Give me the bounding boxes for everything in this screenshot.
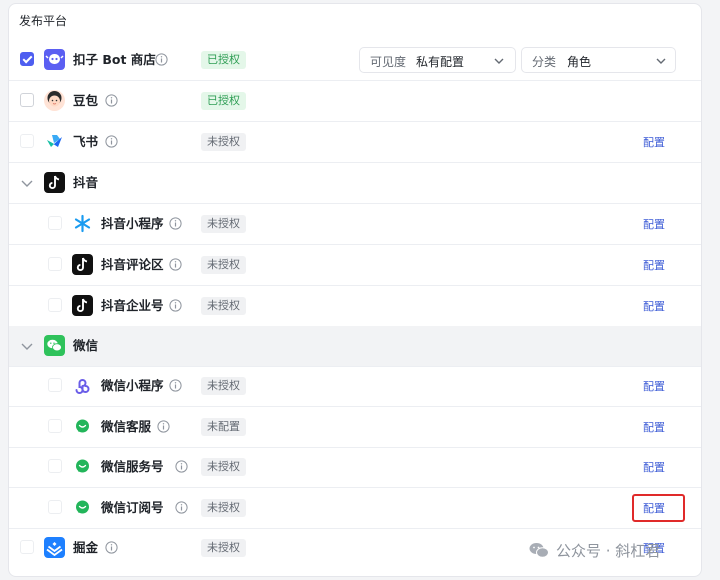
status-badge: 未授权 bbox=[201, 256, 246, 274]
status-badge: 已授权 bbox=[201, 51, 246, 69]
douyin-comments-checkbox[interactable] bbox=[48, 257, 62, 271]
status-badge: 未授权 bbox=[201, 297, 246, 315]
douyin-logo-icon bbox=[72, 295, 93, 316]
platform-row-coze: 扣子 Bot 商店 已授权 可见度 私有配置 分类 角色 bbox=[9, 40, 701, 81]
wechat-chat-bubble-icon bbox=[72, 416, 93, 437]
status-badge: 未授权 bbox=[201, 499, 246, 517]
douyin-logo-icon bbox=[44, 172, 65, 193]
visibility-label: 可见度 bbox=[370, 55, 407, 69]
chevron-down-icon bbox=[494, 58, 504, 64]
platform-row-wechat-subscription: 微信订阅号 未授权 配置 bbox=[9, 488, 701, 529]
config-link[interactable]: 配置 bbox=[643, 298, 665, 314]
info-icon[interactable] bbox=[105, 135, 118, 148]
platform-row-douyin-miniprogram: 抖音小程序 未授权 配置 bbox=[9, 204, 701, 245]
platform-row-wechat-miniprogram: 微信小程序 未授权 配置 bbox=[9, 366, 701, 407]
status-badge: 未授权 bbox=[201, 539, 246, 557]
feishu-name: 飞书 bbox=[73, 134, 99, 149]
wechat-subscription-checkbox[interactable] bbox=[48, 500, 62, 514]
section-title: 发布平台 bbox=[19, 14, 68, 28]
info-icon[interactable] bbox=[169, 299, 182, 312]
platform-row-douyin-comments: 抖音评论区 未授权 配置 bbox=[9, 245, 701, 286]
config-link[interactable]: 配置 bbox=[643, 419, 665, 435]
config-link[interactable]: 配置 bbox=[643, 216, 665, 232]
coze-checkbox[interactable] bbox=[20, 52, 34, 66]
visibility-value: 私有配置 bbox=[416, 55, 465, 69]
doubao-checkbox[interactable] bbox=[20, 93, 34, 107]
douyin-logo-icon bbox=[72, 254, 93, 275]
wechat-service-checkbox[interactable] bbox=[48, 419, 62, 433]
info-icon[interactable] bbox=[169, 258, 182, 271]
douyin-group-name: 抖音 bbox=[73, 175, 99, 190]
category-label: 分类 bbox=[532, 55, 557, 69]
douyin-miniprogram-checkbox[interactable] bbox=[48, 216, 62, 230]
info-icon[interactable] bbox=[169, 217, 182, 230]
coze-name: 扣子 Bot 商店 bbox=[73, 52, 156, 67]
status-badge: 未授权 bbox=[201, 133, 246, 151]
config-link[interactable]: 配置 bbox=[643, 459, 665, 475]
highlight-annotation-box bbox=[632, 494, 685, 522]
platform-group-wechat[interactable]: 微信 bbox=[9, 326, 701, 367]
config-link[interactable]: 配置 bbox=[643, 257, 665, 273]
chevron-down-icon[interactable] bbox=[20, 176, 34, 190]
info-icon[interactable] bbox=[105, 541, 118, 554]
watermark-text: 公众号 · 斜杠君 bbox=[556, 542, 661, 560]
status-badge: 已授权 bbox=[201, 92, 246, 110]
wechat-logo-icon bbox=[44, 335, 65, 356]
platform-group-douyin[interactable]: 抖音 bbox=[9, 163, 701, 204]
status-badge: 未授权 bbox=[201, 215, 246, 233]
douyin-comments-name: 抖音评论区 bbox=[101, 257, 164, 272]
config-link[interactable]: 配置 bbox=[643, 134, 665, 150]
douyin-enterprise-checkbox[interactable] bbox=[48, 298, 62, 312]
info-icon[interactable] bbox=[169, 379, 182, 392]
douyin-miniprogram-icon bbox=[72, 213, 93, 234]
coze-logo-icon bbox=[44, 49, 65, 70]
juejin-logo-icon bbox=[44, 537, 65, 558]
douyin-miniprogram-name: 抖音小程序 bbox=[101, 216, 164, 231]
config-link[interactable]: 配置 bbox=[643, 378, 665, 394]
platform-row-douyin-enterprise: 抖音企业号 未授权 配置 bbox=[9, 286, 701, 327]
wechat-subscription-name: 微信订阅号 bbox=[101, 500, 164, 515]
publish-platform-panel: 发布平台 扣子 Bot 商店 已授权 可见度 私有配置 分类 角色 豆包 已授权 bbox=[8, 3, 702, 577]
feishu-logo-icon bbox=[44, 131, 65, 152]
status-badge: 未配置 bbox=[201, 418, 246, 436]
platform-row-doubao: 豆包 已授权 bbox=[9, 81, 701, 122]
wechat-miniprogram-icon bbox=[72, 375, 93, 396]
wechat-service-name: 微信客服 bbox=[101, 419, 152, 434]
category-value: 角色 bbox=[567, 55, 592, 69]
status-badge: 未授权 bbox=[201, 458, 246, 476]
juejin-name: 掘金 bbox=[73, 540, 99, 555]
wechat-miniprogram-checkbox[interactable] bbox=[48, 378, 62, 392]
wechat-group-name: 微信 bbox=[73, 338, 99, 353]
chevron-down-icon bbox=[656, 58, 666, 64]
feishu-checkbox[interactable] bbox=[20, 134, 34, 148]
wechat-service-account-checkbox[interactable] bbox=[48, 459, 62, 473]
info-icon[interactable] bbox=[155, 53, 168, 66]
status-badge: 未授权 bbox=[201, 377, 246, 395]
juejin-checkbox[interactable] bbox=[20, 540, 34, 554]
info-icon[interactable] bbox=[105, 94, 118, 107]
doubao-avatar-icon bbox=[44, 90, 65, 111]
wechat-watermark-icon bbox=[529, 543, 549, 558]
douyin-enterprise-name: 抖音企业号 bbox=[101, 298, 164, 313]
wechat-chat-bubble-icon bbox=[72, 497, 93, 518]
chevron-down-icon[interactable] bbox=[20, 339, 34, 353]
info-icon[interactable] bbox=[175, 460, 188, 473]
visibility-select[interactable]: 可见度 私有配置 bbox=[359, 47, 516, 73]
wechat-chat-bubble-icon bbox=[72, 456, 93, 477]
platform-row-wechat-service-account: 微信服务号 未授权 配置 bbox=[9, 447, 701, 488]
category-select[interactable]: 分类 角色 bbox=[521, 47, 676, 73]
platform-row-wechat-service: 微信客服 未配置 配置 bbox=[9, 407, 701, 448]
wechat-miniprogram-name: 微信小程序 bbox=[101, 378, 164, 393]
info-icon[interactable] bbox=[175, 501, 188, 514]
doubao-name: 豆包 bbox=[73, 93, 99, 108]
info-icon[interactable] bbox=[157, 420, 170, 433]
wechat-service-account-name: 微信服务号 bbox=[101, 459, 164, 474]
platform-row-feishu: 飞书 未授权 配置 bbox=[9, 122, 701, 163]
